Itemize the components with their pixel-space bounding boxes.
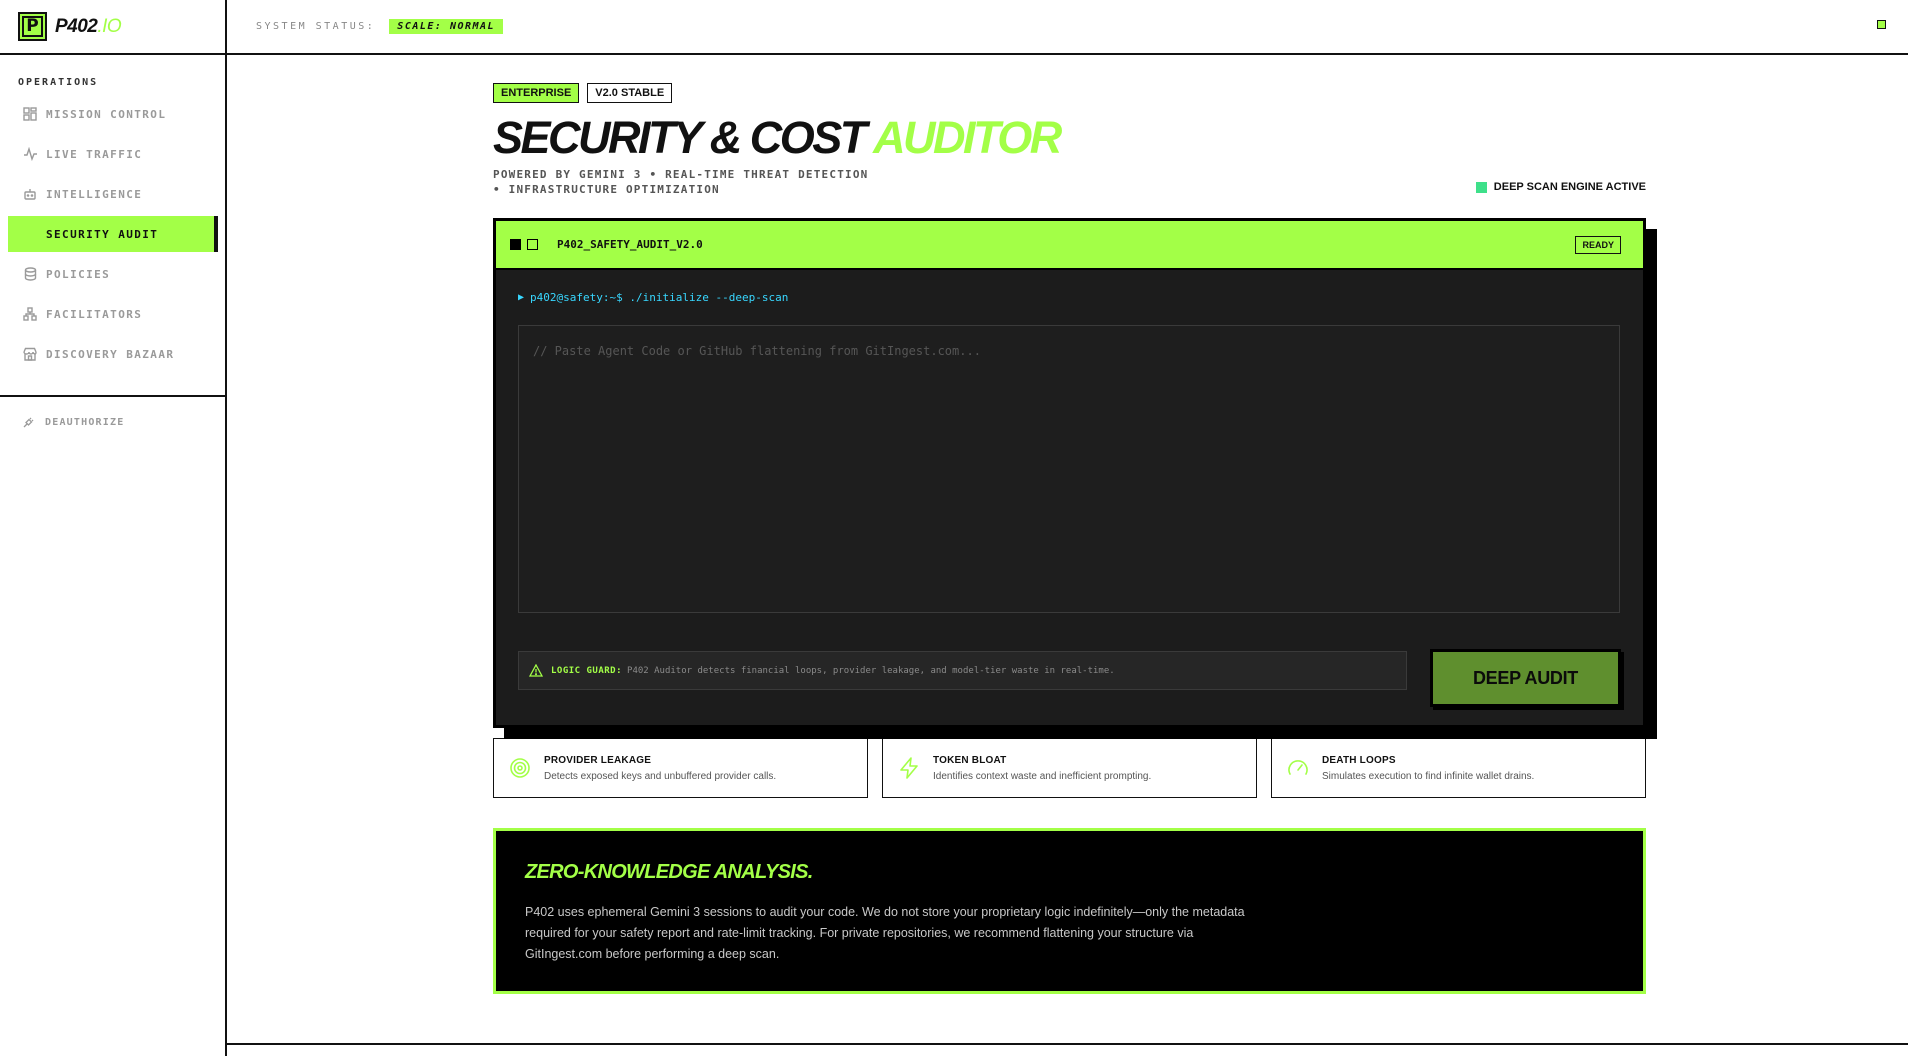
warning-icon	[529, 664, 543, 677]
sidebar: P P402.IO OPERATIONS MISSION CONTROL LIV…	[0, 0, 227, 1056]
terminal-panel: P402_SAFETY_AUDIT_V2.0 READY ▶ p402@safe…	[493, 218, 1646, 728]
feature-card-death-loops: DEATH LOOPS Simulates execution to find …	[1271, 738, 1646, 798]
feature-text: DEATH LOOPS Simulates execution to find …	[1322, 755, 1534, 782]
terminal-footer: LOGIC GUARD: P402 Auditor detects financ…	[518, 649, 1643, 707]
version-badge: V2.0 STABLE	[587, 83, 673, 103]
terminal-title: P402_SAFETY_AUDIT_V2.0	[557, 238, 703, 251]
engine-status: DEEP SCAN ENGINE ACTIVE	[1475, 181, 1646, 193]
feature-title: PROVIDER LEAKAGE	[544, 754, 652, 766]
code-input[interactable]	[518, 325, 1620, 613]
sidebar-item-policies[interactable]: POLICIES	[8, 256, 218, 292]
sidebar-item-label: FACILITATORS	[46, 307, 143, 321]
page-title: SECURITY & COST AUDITOR	[493, 112, 1646, 164]
bot-icon	[22, 186, 38, 202]
sidebar-item-label: SECURITY AUDIT	[46, 227, 159, 241]
deep-audit-button[interactable]: DEEP AUDIT	[1430, 649, 1621, 707]
feature-desc: Simulates execution to find infinite wal…	[1322, 770, 1535, 782]
audit-terminal: P402_SAFETY_AUDIT_V2.0 READY ▶ p402@safe…	[493, 218, 1657, 739]
sidebar-item-mission-control[interactable]: MISSION CONTROL	[8, 96, 218, 132]
main-content: ENTERPRISE V2.0 STABLE SECURITY & COST A…	[493, 56, 1657, 994]
brand-name-suffix: .IO	[97, 15, 122, 37]
logic-guard-label: LOGIC GUARD:	[551, 665, 623, 676]
brand-name: P402.IO	[55, 15, 122, 38]
page-title-accent: AUDITOR	[873, 112, 1062, 163]
sidebar-item-discovery-bazaar[interactable]: DISCOVERY BAZAAR	[8, 336, 218, 372]
terminal-prompt: ▶ p402@safety:~$ ./initialize --deep-sca…	[518, 291, 1643, 304]
brand-logo-icon: P	[18, 12, 47, 41]
prompt-arrow-icon: ▶	[518, 292, 525, 303]
activity-icon	[22, 146, 38, 162]
subtitle-row: POWERED BY GEMINI 3 • REAL-TIME THREAT D…	[493, 167, 1646, 205]
window-control-filled-icon	[510, 239, 521, 250]
engine-status-label: DEEP SCAN ENGINE ACTIVE	[1493, 181, 1646, 193]
logic-guard-text: P402 Auditor detects financial loops, pr…	[627, 665, 1115, 676]
sidebar-item-label: INTELLIGENCE	[46, 187, 143, 201]
header-badges: ENTERPRISE V2.0 STABLE	[493, 83, 1646, 103]
dashboard-icon	[22, 106, 38, 122]
footer-divider	[227, 1043, 1908, 1045]
zero-knowledge-body: P402 uses ephemeral Gemini 3 sessions to…	[525, 905, 1245, 961]
sidebar-item-label: DISCOVERY BAZAAR	[46, 347, 175, 361]
unplug-icon	[22, 416, 35, 429]
zero-knowledge-title: ZERO-KNOWLEDGE ANALYSIS.	[525, 861, 813, 883]
enterprise-badge: ENTERPRISE	[493, 83, 580, 103]
nav-section: OPERATIONS MISSION CONTROL LIVE TRAFFIC …	[0, 55, 225, 372]
sidebar-item-live-traffic[interactable]: LIVE TRAFFIC	[8, 136, 218, 172]
status-indicator-icon	[1877, 20, 1886, 29]
gauge-icon	[1286, 756, 1310, 780]
deauthorize-label: DEAUTHORIZE	[45, 417, 125, 428]
system-status-label: SYSTEM STATUS:	[256, 21, 376, 32]
feature-title: TOKEN BLOAT	[933, 754, 1007, 766]
store-icon	[22, 346, 38, 362]
deauthorize-button[interactable]: DEAUTHORIZE	[22, 416, 124, 429]
system-status-badge: SCALE: NORMAL	[389, 19, 504, 34]
brand-logo-letter: P	[22, 16, 43, 37]
zap-icon	[897, 756, 921, 780]
logic-guard-notice: LOGIC GUARD: P402 Auditor detects financ…	[518, 651, 1407, 690]
sidebar-item-facilitators[interactable]: FACILITATORS	[8, 296, 218, 332]
sidebar-item-label: LIVE TRAFFIC	[46, 147, 143, 161]
feature-desc: Identifies context waste and inefficient…	[933, 770, 1152, 782]
page-subtitle: POWERED BY GEMINI 3 • REAL-TIME THREAT D…	[493, 168, 869, 196]
brand[interactable]: P P402.IO	[0, 0, 225, 55]
sidebar-item-intelligence[interactable]: INTELLIGENCE	[8, 176, 218, 212]
sidebar-divider	[0, 395, 225, 397]
feature-card-token-bloat: TOKEN BLOAT Identifies context waste and…	[882, 738, 1257, 798]
sidebar-item-label: MISSION CONTROL	[46, 107, 167, 121]
terminal-header: P402_SAFETY_AUDIT_V2.0 READY	[496, 221, 1643, 270]
feature-desc: Detects exposed keys and unbuffered prov…	[544, 770, 777, 782]
brand-name-main: P402	[55, 15, 98, 37]
terminal-prompt-text: p402@safety:~$ ./initialize --deep-scan	[530, 291, 789, 304]
sidebar-item-label: POLICIES	[46, 267, 111, 281]
feature-text: PROVIDER LEAKAGE Detects exposed keys an…	[544, 755, 776, 782]
topbar: SYSTEM STATUS: SCALE: NORMAL	[227, 0, 1908, 55]
sidebar-item-security-audit[interactable]: SECURITY AUDIT	[8, 216, 218, 252]
engine-status-indicator-icon	[1475, 181, 1487, 193]
terminal-status-badge: READY	[1575, 236, 1621, 254]
nav-section-title: OPERATIONS	[18, 77, 99, 88]
feature-cards: PROVIDER LEAKAGE Detects exposed keys an…	[493, 738, 1646, 798]
page-title-main: SECURITY & COST	[493, 112, 867, 163]
target-icon	[508, 756, 532, 780]
feature-text: TOKEN BLOAT Identifies context waste and…	[933, 755, 1151, 782]
network-icon	[22, 306, 38, 322]
window-control-empty-icon	[527, 239, 538, 250]
feature-card-provider-leakage: PROVIDER LEAKAGE Detects exposed keys an…	[493, 738, 868, 798]
feature-title: DEATH LOOPS	[1322, 754, 1396, 766]
database-icon	[22, 266, 38, 282]
zero-knowledge-panel: ZERO-KNOWLEDGE ANALYSIS. P402 uses ephem…	[493, 828, 1646, 994]
